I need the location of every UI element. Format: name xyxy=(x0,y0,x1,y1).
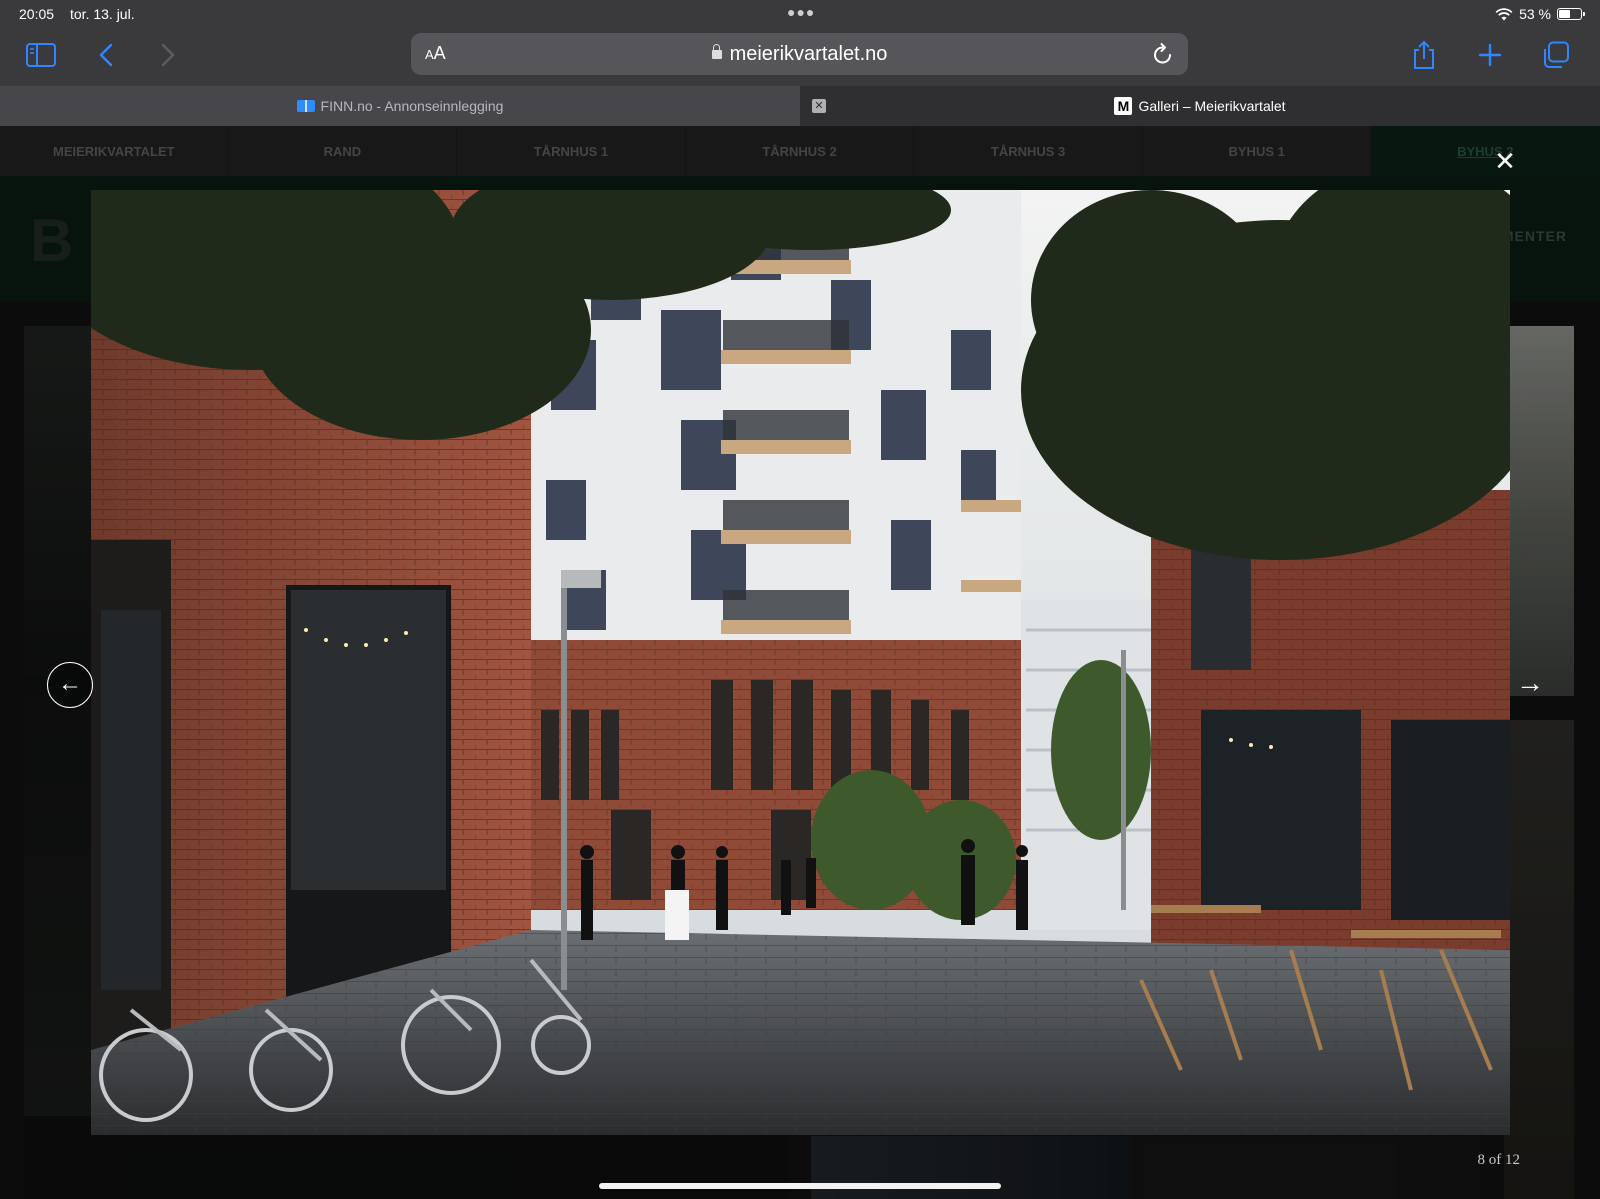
safari-toolbar: AA meierikvartalet.no xyxy=(0,28,1600,86)
battery-level xyxy=(1559,10,1570,18)
status-bar: 20:05 tor. 13. jul. ●●● 53 % xyxy=(0,0,1600,28)
lock-icon xyxy=(711,44,722,59)
url-text: meierikvartalet.no xyxy=(729,43,888,65)
battery-icon xyxy=(1557,8,1585,20)
m-logo-icon: M xyxy=(1114,97,1133,115)
sidebar-icon[interactable] xyxy=(21,38,61,72)
image-counter: 8 of 12 xyxy=(1477,1152,1521,1168)
home-indicator[interactable] xyxy=(599,1183,1001,1189)
battery-percent: 53 % xyxy=(1519,6,1551,22)
share-icon[interactable] xyxy=(1404,38,1444,72)
ipad-safari-window: 20:05 tor. 13. jul. ●●● 53 % AA meierikv… xyxy=(0,0,1600,1199)
url-display[interactable]: meierikvartalet.no xyxy=(411,43,1188,66)
reload-icon[interactable] xyxy=(1152,42,1174,66)
address-bar[interactable]: AA meierikvartalet.no xyxy=(411,33,1188,75)
close-icon[interactable]: ✕ xyxy=(1492,148,1518,174)
status-right-group: 53 % xyxy=(1495,6,1585,22)
arrow-left-icon[interactable]: ← xyxy=(47,662,93,708)
tab-title: FINN.no - Annonseinnlegging xyxy=(320,98,504,114)
gallery-image xyxy=(91,190,1510,1135)
tab-overview-icon[interactable] xyxy=(1536,38,1576,72)
arrow-right-icon[interactable]: → xyxy=(1512,668,1548,698)
forward-icon[interactable] xyxy=(148,38,188,72)
close-tab-icon[interactable]: ✕ xyxy=(812,99,826,113)
back-icon[interactable] xyxy=(86,38,126,72)
new-tab-icon[interactable] xyxy=(1470,38,1510,72)
wifi-icon xyxy=(1495,7,1513,20)
status-date: tor. 13. jul. xyxy=(70,6,135,22)
finn-book-icon xyxy=(296,100,315,112)
tab-bar: FINN.no - Annonseinnlegging ✕ M Galleri … xyxy=(0,86,1600,126)
tab-finn[interactable]: FINN.no - Annonseinnlegging xyxy=(0,86,800,126)
multitasking-dots-icon[interactable]: ●●● xyxy=(787,4,815,20)
status-time: 20:05 xyxy=(19,6,55,22)
tab-galleri[interactable]: ✕ M Galleri – Meierikvartalet xyxy=(800,86,1600,126)
tab-title: Galleri – Meierikvartalet xyxy=(1138,98,1286,114)
